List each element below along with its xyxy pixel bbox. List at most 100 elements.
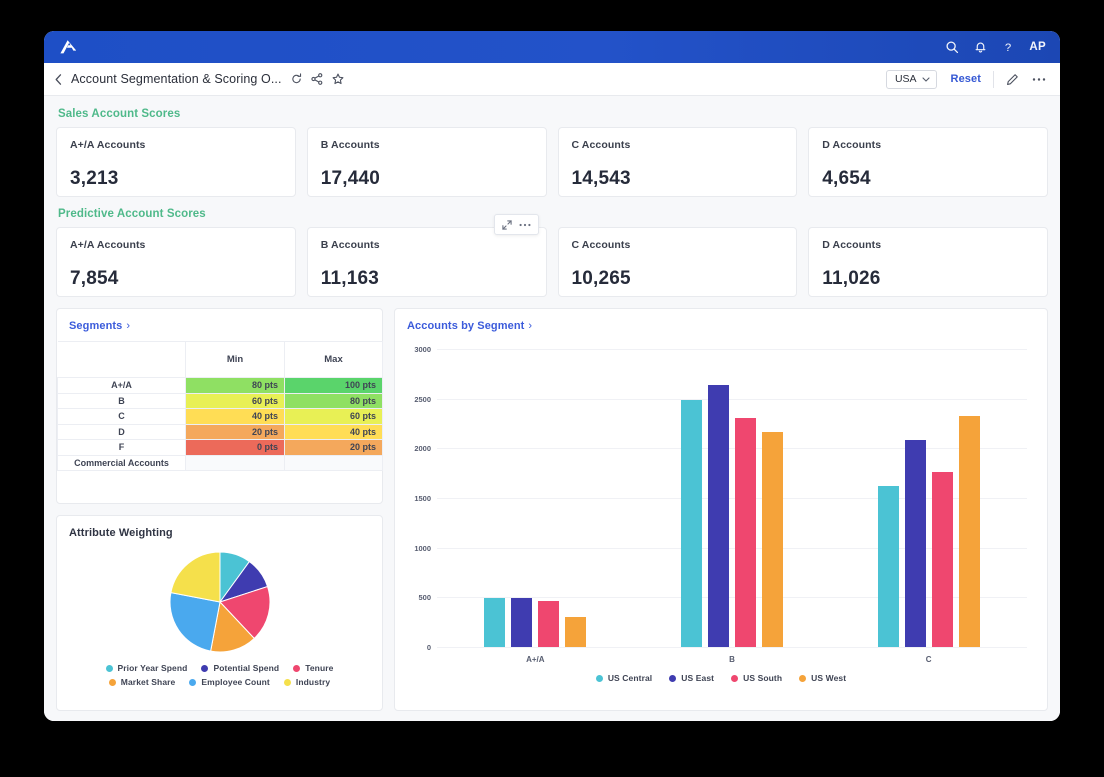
row-label: F xyxy=(58,440,186,456)
kpi-card[interactable]: C Accounts 10,265 xyxy=(558,227,798,297)
ellipsis-icon[interactable] xyxy=(519,223,531,227)
kpi-value: 11,026 xyxy=(822,268,1034,290)
y-axis-tick-label: 3000 xyxy=(395,345,431,354)
cell-min xyxy=(186,455,285,471)
table-body: A+/A 80 pts 100 pts B 60 pts 80 pts C xyxy=(58,378,383,471)
table-row[interactable]: A+/A 80 pts 100 pts xyxy=(58,378,383,394)
share-icon[interactable] xyxy=(311,73,323,85)
pie-chart-svg xyxy=(168,550,272,654)
legend-item[interactable]: US East xyxy=(669,673,714,683)
kpi-card[interactable]: B Accounts 17,440 xyxy=(307,127,547,197)
bar[interactable] xyxy=(905,440,926,647)
expand-icon[interactable] xyxy=(502,220,512,230)
legend-item[interactable]: US West xyxy=(799,673,846,683)
table-row[interactable]: C 40 pts 60 pts xyxy=(58,409,383,425)
pie-slice[interactable] xyxy=(170,593,220,651)
legend-label: Prior Year Spend xyxy=(118,663,188,673)
bar[interactable] xyxy=(959,416,980,647)
table-row[interactable]: F 0 pts 20 pts xyxy=(58,440,383,456)
kpi-value: 3,213 xyxy=(70,168,282,190)
pie-legend: Prior Year Spend Potential Spend Tenure Mar… xyxy=(57,663,382,687)
sales-kpi-row: A+/A Accounts 3,213 B Accounts 17,440 C … xyxy=(56,127,1048,197)
segments-panel-header[interactable]: Segments › xyxy=(57,309,382,341)
y-axis-tick-label: 1500 xyxy=(395,494,431,503)
bar[interactable] xyxy=(735,418,756,647)
cell-max: 20 pts xyxy=(285,440,383,456)
legend-label: Industry xyxy=(296,677,330,687)
kpi-card[interactable]: C Accounts 14,543 xyxy=(558,127,798,197)
table-row[interactable]: B 60 pts 80 pts xyxy=(58,393,383,409)
table-header: Min Max xyxy=(58,342,383,378)
kpi-card[interactable]: B Accounts 11,163 xyxy=(307,227,547,297)
gridline xyxy=(437,399,1027,400)
avatar[interactable]: AP xyxy=(1029,41,1046,53)
cell-min: 0 pts xyxy=(186,440,285,456)
locale-dropdown[interactable]: USA xyxy=(886,70,937,89)
bar-chart-header[interactable]: Accounts by Segment › xyxy=(395,309,1047,341)
legend-item[interactable]: US Central xyxy=(596,673,652,683)
document-title-bar: Account Segmentation & Scoring O... USA … xyxy=(44,63,1060,96)
attribute-panel-header: Attribute Weighting xyxy=(57,516,382,548)
pie-slice[interactable] xyxy=(170,552,219,602)
table-row[interactable]: Commercial Accounts xyxy=(58,455,383,471)
legend-swatch xyxy=(284,679,291,686)
chevron-right-icon: › xyxy=(528,320,532,332)
bar[interactable] xyxy=(565,617,586,647)
kpi-label: C Accounts xyxy=(572,139,784,151)
ellipsis-icon[interactable] xyxy=(1032,77,1046,82)
pie-chart[interactable] xyxy=(57,550,382,654)
reset-button[interactable]: Reset xyxy=(951,73,981,85)
bell-icon[interactable] xyxy=(974,40,987,54)
kpi-card[interactable]: D Accounts 4,654 xyxy=(808,127,1048,197)
question-mark-icon[interactable]: ? xyxy=(1002,40,1014,54)
bar[interactable] xyxy=(484,598,505,647)
chevron-right-icon: › xyxy=(126,320,130,332)
bar[interactable] xyxy=(762,432,783,647)
pencil-icon[interactable] xyxy=(1006,73,1019,86)
legend-item[interactable]: Prior Year Spend xyxy=(106,663,188,673)
row-label: A+/A xyxy=(58,378,186,394)
bar[interactable] xyxy=(511,598,532,647)
cell-max: 40 pts xyxy=(285,424,383,440)
search-icon[interactable] xyxy=(945,40,959,54)
legend-item[interactable]: Employee Count xyxy=(189,677,269,687)
bar[interactable] xyxy=(708,385,729,647)
legend-item[interactable]: Market Share xyxy=(109,677,176,687)
bar[interactable] xyxy=(932,472,953,647)
legend-label: Market Share xyxy=(121,677,176,687)
gridline xyxy=(437,448,1027,449)
cell-max: 100 pts xyxy=(285,378,383,394)
kpi-card[interactable]: A+/A Accounts 3,213 xyxy=(56,127,296,197)
legend-swatch xyxy=(189,679,196,686)
star-icon[interactable] xyxy=(332,73,344,85)
kpi-card[interactable]: D Accounts 11,026 xyxy=(808,227,1048,297)
bar-chart-plot[interactable]: 300025002000150010005000A+/ABC xyxy=(395,341,1033,671)
legend-item[interactable]: Tenure xyxy=(293,663,333,673)
segments-panel: Segments › Min Max xyxy=(56,308,383,504)
legend-item[interactable]: US South xyxy=(731,673,782,683)
page-title: Account Segmentation & Scoring O... xyxy=(71,72,282,86)
row-label: D xyxy=(58,424,186,440)
kpi-label: D Accounts xyxy=(822,239,1034,251)
cell-min: 20 pts xyxy=(186,424,285,440)
legend-swatch xyxy=(106,665,113,672)
table-row[interactable]: D 20 pts 40 pts xyxy=(58,424,383,440)
legend-item[interactable]: Industry xyxy=(284,677,330,687)
kpi-value: 11,163 xyxy=(321,268,533,290)
row-label: B xyxy=(58,393,186,409)
legend-swatch xyxy=(596,675,603,682)
y-axis-tick-label: 1000 xyxy=(395,544,431,553)
chevron-left-icon[interactable] xyxy=(54,73,71,86)
bar[interactable] xyxy=(538,601,559,647)
legend-item[interactable]: Potential Spend xyxy=(201,663,279,673)
bar[interactable] xyxy=(681,400,702,647)
top-navigation-bar: ? AP xyxy=(44,31,1060,63)
legend-label: US West xyxy=(811,673,846,683)
refresh-icon[interactable] xyxy=(291,73,302,85)
aviso-logo-icon[interactable] xyxy=(56,37,76,57)
bar[interactable] xyxy=(878,486,899,647)
y-axis-tick-label: 2000 xyxy=(395,444,431,453)
app-window: ? AP Account Segmentation & Scoring O...… xyxy=(44,31,1060,721)
cell-max xyxy=(285,455,383,471)
kpi-card[interactable]: A+/A Accounts 7,854 xyxy=(56,227,296,297)
